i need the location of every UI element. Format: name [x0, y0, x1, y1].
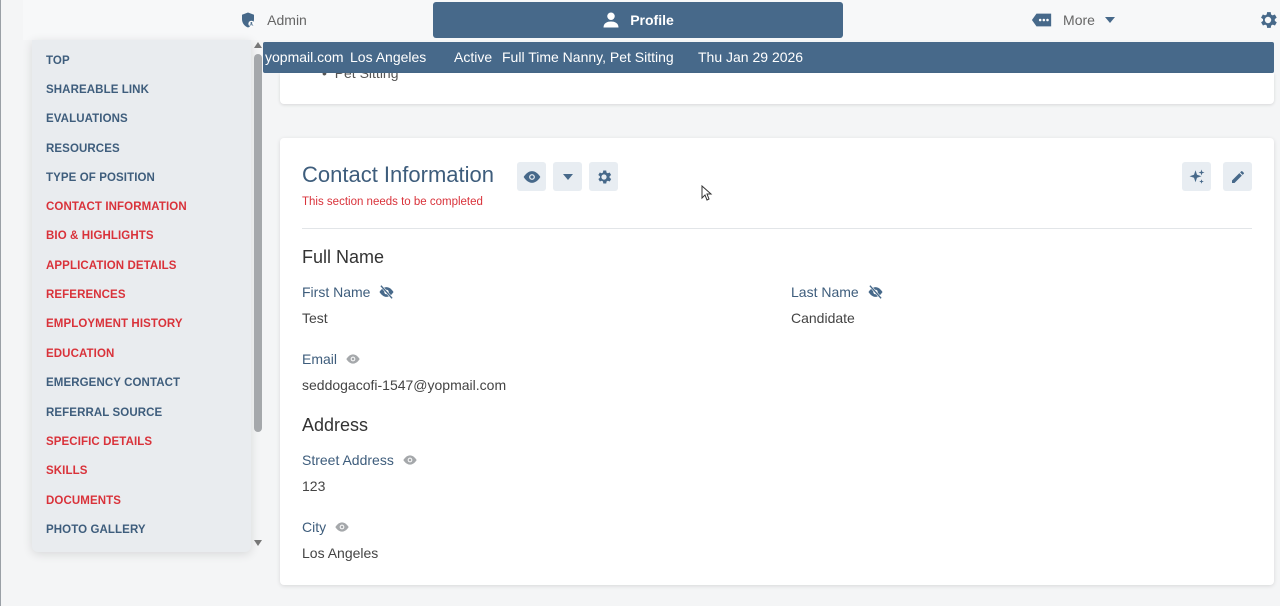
- section-dropdown-button[interactable]: [553, 162, 582, 191]
- visibility-toggle-button[interactable]: [517, 162, 546, 191]
- first-name-value: Test: [302, 310, 328, 326]
- contact-information-card: Contact Information This section needs t…: [280, 138, 1274, 585]
- nav-item-photo-gallery[interactable]: PHOTO GALLERY: [46, 524, 146, 536]
- nav-item-resources[interactable]: RESOURCES: [46, 143, 120, 155]
- nav-item-contact-information[interactable]: CONTACT INFORMATION: [46, 201, 187, 213]
- tab-more-label: More: [1063, 12, 1095, 28]
- nav-item-skills[interactable]: SKILLS: [46, 465, 88, 477]
- app-frame: Admin Profile More yopmail.com Los Angel…: [0, 0, 1280, 606]
- eye-icon: [523, 170, 540, 183]
- last-name-value: Candidate: [791, 310, 855, 326]
- section-title: Contact Information: [302, 162, 494, 187]
- top-tab-bar: Admin Profile More: [23, 0, 1280, 40]
- list-item: • Pet Sitting: [322, 73, 399, 81]
- summary-city: Los Angeles: [350, 49, 427, 65]
- tag-dots-icon: [1031, 13, 1052, 27]
- street-address-label: Street Address: [302, 452, 418, 468]
- settings-gear-icon[interactable]: [1257, 9, 1279, 31]
- nav-item-top[interactable]: TOP: [46, 55, 70, 67]
- caret-down-icon: [562, 173, 573, 180]
- city-label: City: [302, 519, 350, 535]
- scroll-down-arrow-icon[interactable]: [254, 540, 262, 546]
- street-address-value: 123: [302, 478, 326, 494]
- tab-more[interactable]: More: [923, 2, 1223, 38]
- nav-item-shareable-link[interactable]: SHAREABLE LINK: [46, 84, 149, 96]
- summary-date: Thu Jan 29 2026: [698, 49, 804, 65]
- section-divider: [302, 228, 1252, 229]
- summary-status: Active: [454, 49, 493, 65]
- nav-item-evaluations[interactable]: EVALUATIONS: [46, 113, 128, 125]
- nav-item-employment-history[interactable]: EMPLOYMENT HISTORY: [46, 318, 183, 330]
- caret-down-icon: [1104, 17, 1115, 23]
- street-address-label-text: Street Address: [302, 452, 394, 468]
- nav-item-specific-details[interactable]: SPECIFIC DETAILS: [46, 436, 152, 448]
- section-nav-sidebar: TOP SHAREABLE LINK EVALUATIONS RESOURCES…: [32, 40, 251, 552]
- tab-admin[interactable]: Admin: [123, 2, 423, 38]
- nav-item-emergency-contact[interactable]: EMERGENCY CONTACT: [46, 377, 180, 389]
- summary-email: yopmail.com: [265, 49, 344, 65]
- email-label-text: Email: [302, 351, 338, 367]
- eye-off-icon[interactable]: [378, 285, 395, 299]
- first-name-label: First Name: [302, 284, 395, 300]
- last-name-label: Last Name: [791, 284, 884, 300]
- tab-profile[interactable]: Profile: [433, 2, 843, 38]
- nav-item-documents[interactable]: DOCUMENTS: [46, 495, 121, 507]
- tab-profile-label: Profile: [630, 12, 674, 28]
- eye-off-icon[interactable]: [867, 285, 884, 299]
- section-settings-button[interactable]: [589, 162, 618, 191]
- eye-icon[interactable]: [345, 353, 361, 365]
- city-value: Los Angeles: [302, 545, 379, 561]
- gear-icon: [597, 170, 611, 183]
- incomplete-section-warning: This section needs to be completed: [302, 196, 483, 208]
- nav-item-referral-source[interactable]: REFERRAL SOURCE: [46, 407, 162, 419]
- email-label: Email: [302, 351, 361, 367]
- pencil-icon: [1231, 170, 1244, 183]
- address-heading: Address: [302, 415, 369, 435]
- sparkles-icon: [1189, 169, 1204, 184]
- previous-section-card: • Pet Sitting: [280, 73, 1274, 104]
- sidebar-scrollbar[interactable]: [253, 40, 264, 552]
- mouse-cursor-icon: [701, 185, 713, 201]
- nav-item-references[interactable]: REFERENCES: [46, 289, 126, 301]
- list-item-label: Pet Sitting: [334, 73, 399, 81]
- tab-admin-label: Admin: [267, 12, 307, 28]
- nav-item-bio-highlights[interactable]: BIO & HIGHLIGHTS: [46, 230, 154, 242]
- last-name-label-text: Last Name: [791, 284, 859, 300]
- shield-user-icon: [242, 12, 255, 28]
- nav-item-education[interactable]: EDUCATION: [46, 348, 114, 360]
- person-icon: [603, 12, 619, 28]
- edit-section-button[interactable]: [1223, 162, 1252, 191]
- nav-item-application-details[interactable]: APPLICATION DETAILS: [46, 260, 177, 272]
- city-label-text: City: [302, 519, 327, 535]
- full-name-heading: Full Name: [302, 247, 385, 267]
- eye-icon[interactable]: [334, 521, 350, 533]
- ai-assist-button[interactable]: [1182, 162, 1211, 191]
- eye-icon[interactable]: [402, 454, 418, 466]
- email-value: seddogacofi-1547@yopmail.com: [302, 377, 507, 393]
- scroll-up-arrow-icon[interactable]: [254, 42, 262, 48]
- summary-positions: Full Time Nanny, Pet Sitting: [502, 49, 674, 65]
- first-name-label-text: First Name: [302, 284, 371, 300]
- candidate-summary-strip: yopmail.com Los Angeles Active Full Time…: [263, 42, 1274, 73]
- scrollbar-thumb[interactable]: [254, 54, 262, 432]
- nav-item-type-of-position[interactable]: TYPE OF POSITION: [46, 172, 155, 184]
